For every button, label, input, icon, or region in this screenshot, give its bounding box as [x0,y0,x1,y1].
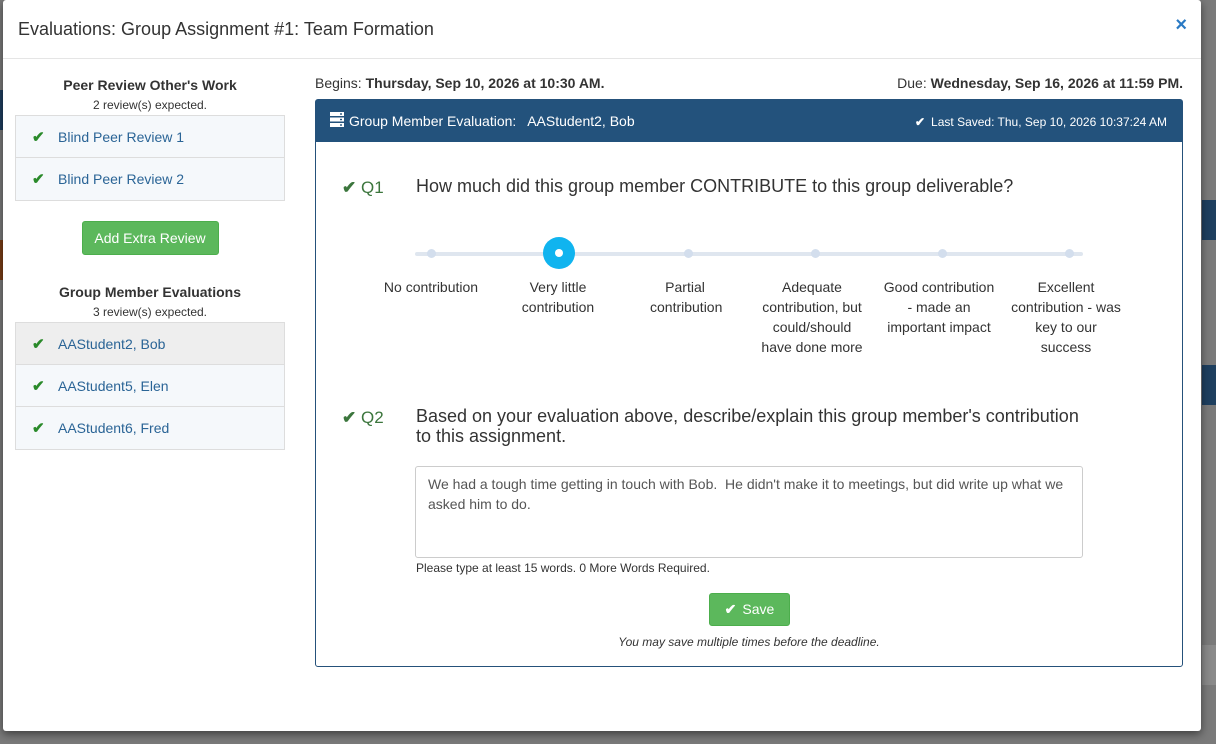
panel-heading: Group Member Evaluation: AAStudent2, Bob… [316,100,1182,142]
group-eval-item-1[interactable]: ✔ AAStudent2, Bob [16,323,284,365]
q2-label: Q2 [360,408,384,427]
group-eval-item-3[interactable]: ✔ AAStudent6, Fred [16,407,284,449]
check-icon: ✔ [32,335,45,353]
background-side-bar-2 [1202,365,1216,405]
group-eval-item-2[interactable]: ✔ AAStudent5, Elen [16,365,284,407]
q2-answer-textarea[interactable]: We had a tough time getting in touch wit… [415,466,1083,558]
begins-label: Begins: [315,75,362,91]
check-icon: ✔ [32,420,45,437]
due-label: Due: [897,75,927,91]
list-item-label[interactable]: Blind Peer Review 1 [58,129,184,145]
slider-tick[interactable] [427,249,436,258]
due-value: Wednesday, Sep 16, 2026 at 11:59 PM. [930,75,1183,91]
peer-review-list: ✔ Blind Peer Review 1 ✔ Blind Peer Revie… [15,115,285,201]
save-label: Save [742,601,775,617]
peer-review-item-2[interactable]: ✔ Blind Peer Review 2 [16,158,284,200]
q1-option-label[interactable]: Excellent contribution - was key to our … [1001,277,1131,357]
q1-option-label[interactable]: No contribution [366,277,496,297]
save-note: You may save multiple times before the d… [618,635,880,649]
check-icon: ✔ [32,377,45,395]
peer-review-item-1[interactable]: ✔ Blind Peer Review 1 [16,116,284,158]
background-strip [1202,645,1216,685]
slider-tick[interactable] [938,249,947,258]
save-button[interactable]: ✔ Save [709,593,790,626]
check-icon: ✔ [342,408,357,427]
check-icon: ✔ [342,178,357,197]
group-eval-title: Group Member Evaluations [58,284,242,300]
q2-number: ✔ Q2 [342,408,384,428]
check-icon: ✔ [32,128,45,146]
list-item-label[interactable]: AAStudent2, Bob [58,336,165,352]
last-saved-text: Last Saved: Thu, Sep 10, 2026 10:37:24 A… [931,115,1167,129]
modal-title: Evaluations: Group Assignment #1: Team F… [18,19,434,39]
slider-handle[interactable] [543,237,575,269]
list-item-label[interactable]: AAStudent6, Fred [58,420,169,436]
peer-review-title: Peer Review Other's Work [63,77,237,93]
list-item-label[interactable]: AAStudent5, Elen [58,378,169,394]
slider-tick[interactable] [1065,249,1074,258]
contribution-slider-track[interactable] [415,252,1083,256]
background-side-bar [1202,200,1216,240]
modal-header: Evaluations: Group Assignment #1: Team F… [3,0,1201,59]
close-icon[interactable]: × [1175,14,1187,37]
panel-title: Group Member Evaluation: AAStudent2, Bob [349,113,635,129]
slider-tick[interactable] [811,249,820,258]
group-eval-list: ✔ AAStudent2, Bob ✔ AAStudent5, Elen ✔ A… [15,322,285,450]
q1-option-label[interactable]: Very little contribution [493,277,623,317]
left-column: Peer Review Other's Work 2 review(s) exp… [15,59,285,450]
q1-label: Q1 [360,178,384,197]
begins-date: Begins: Thursday, Sep 10, 2026 at 10:30 … [315,75,604,91]
q1-option-label[interactable]: Adequate contribution, but could/should … [747,277,877,357]
q1-number: ✔ Q1 [342,178,384,198]
q1-option-label[interactable]: Partial contribution [620,277,750,317]
begins-value: Thursday, Sep 10, 2026 at 10:30 AM. [365,75,605,91]
last-saved: ✔ Last Saved: Thu, Sep 10, 2026 10:37:24 … [915,115,1167,129]
q1-text: How much did this group member CONTRIBUT… [416,176,1014,196]
slider-tick[interactable] [684,249,693,258]
word-count-hint: Please type at least 15 words. 0 More Wo… [416,561,710,575]
q1-option-label[interactable]: Good contribution - made an important im… [874,277,1004,337]
check-icon: ✔ [914,115,926,129]
peer-review-expected: 2 review(s) expected. [92,98,208,112]
q2-text: Based on your evaluation above, describe… [416,406,1079,446]
group-eval-expected: 3 review(s) expected. [92,305,208,319]
check-icon: ✔ [724,601,737,617]
server-icon [330,112,344,130]
list-item-label[interactable]: Blind Peer Review 2 [58,171,184,187]
check-icon: ✔ [32,171,45,188]
add-extra-review-button[interactable]: Add Extra Review [81,221,219,255]
due-date: Due: Wednesday, Sep 16, 2026 at 11:59 PM… [897,75,1183,91]
